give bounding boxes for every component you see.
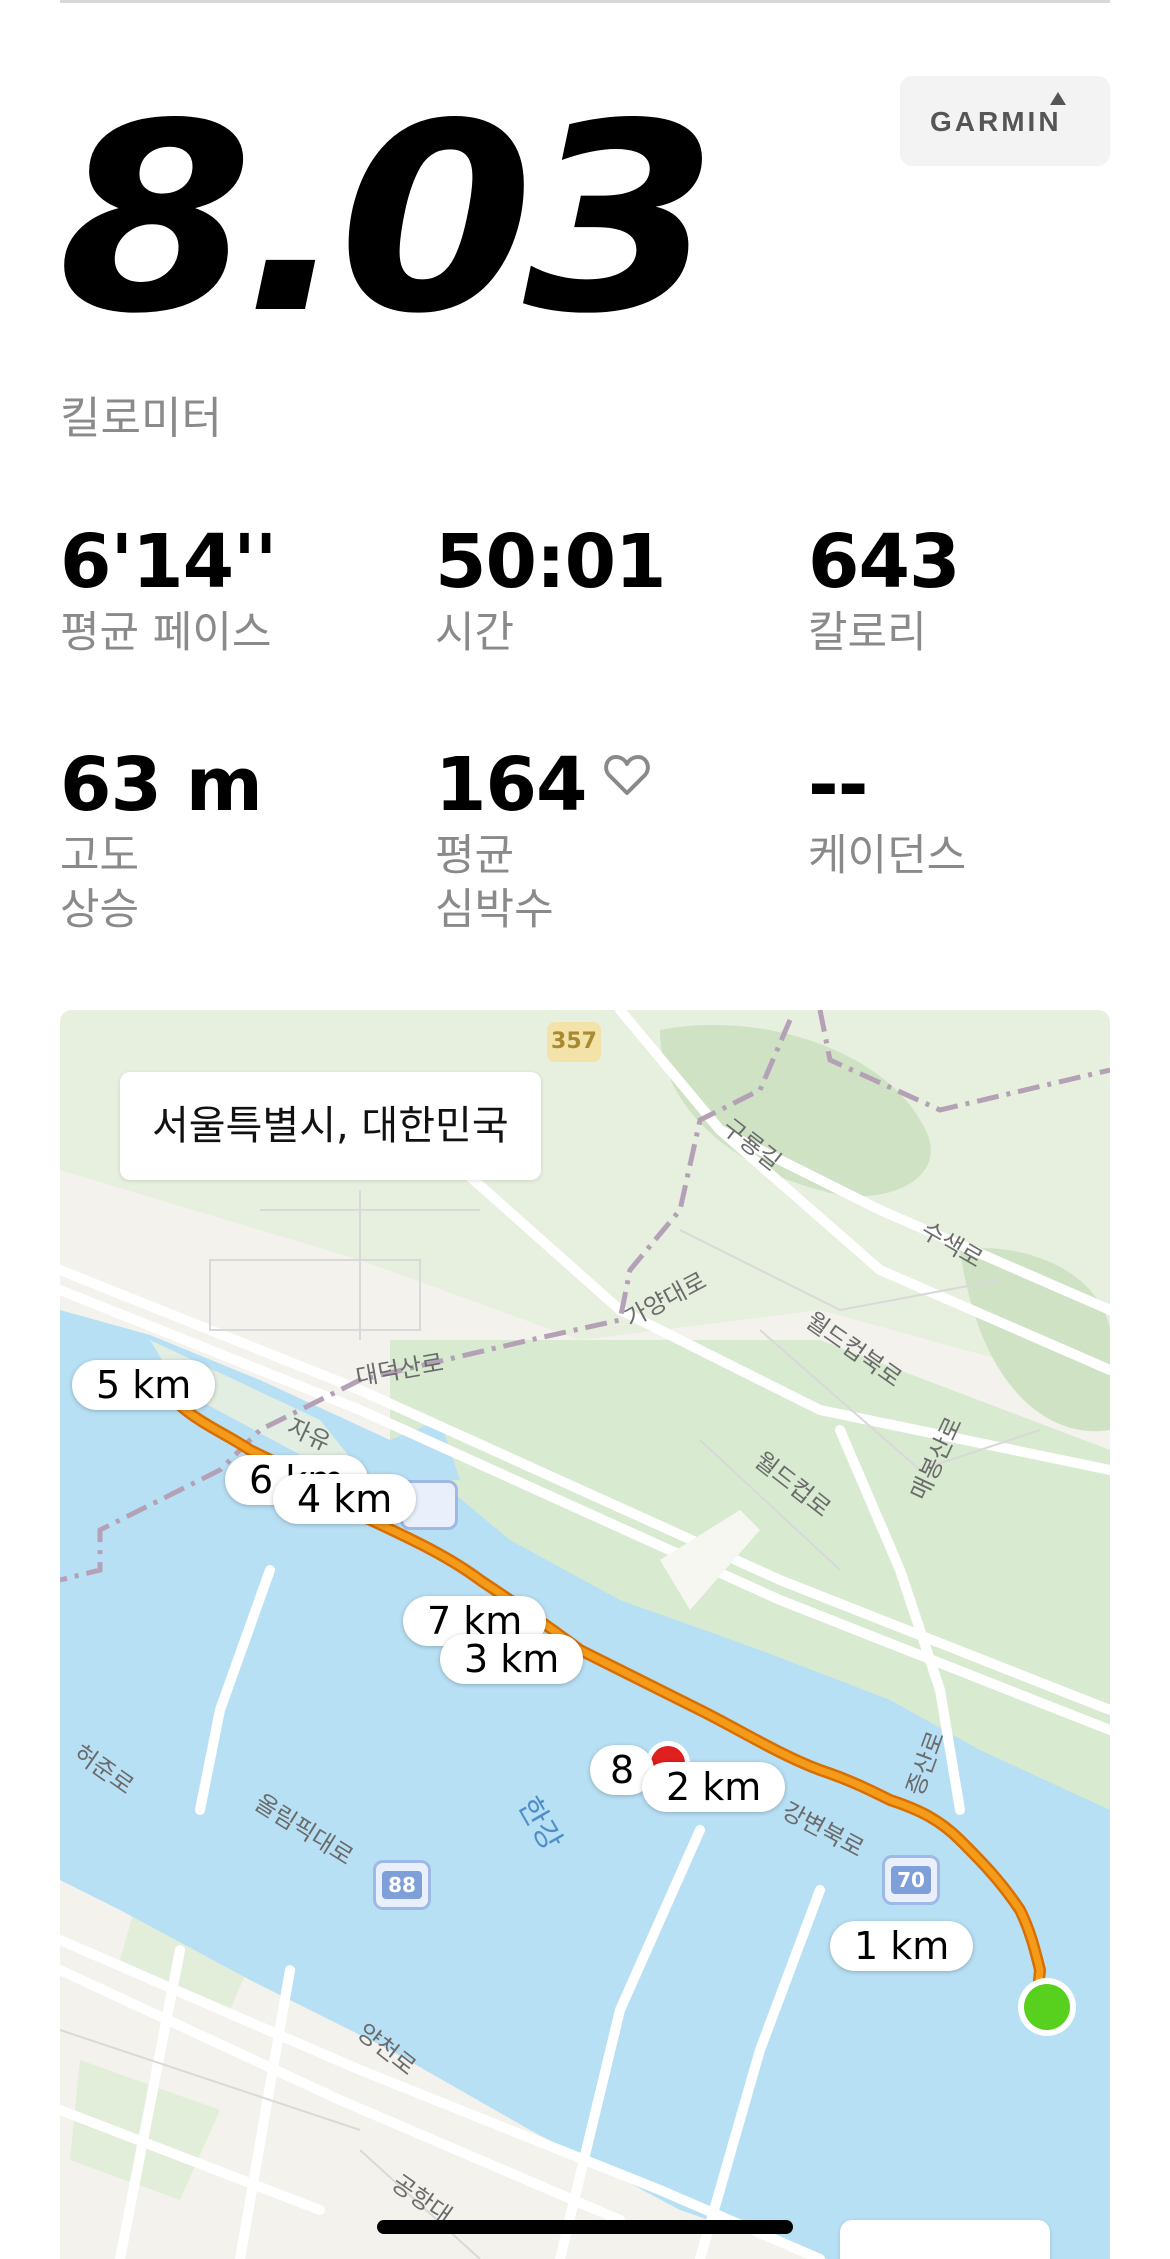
stat-avg-heart-rate: 164 평균 심박수: [435, 748, 651, 938]
map-overlay-button[interactable]: [840, 2220, 1050, 2259]
distance-unit: 킬로미터: [60, 393, 222, 444]
stat-value: --: [808, 742, 868, 828]
stat-label: 평균 심박수: [435, 831, 554, 935]
heart-outline-icon: [604, 755, 651, 795]
stat-label: 케이던스: [808, 831, 967, 881]
road-shield-88-label: 88: [382, 1871, 422, 1899]
km-marker-3: 3 km: [440, 1634, 584, 1684]
map-canvas: [60, 1010, 1110, 2259]
stat-calories: 643 칼로리: [808, 519, 960, 661]
road-shield-357: 357: [547, 1022, 601, 1062]
road-shield-70: 70: [882, 1855, 940, 1905]
stat-value: 6'14'': [60, 519, 277, 605]
stat-value: 643: [808, 519, 960, 605]
stat-label: 고도 상승: [60, 831, 140, 935]
garmin-badge[interactable]: GARMIN: [900, 76, 1110, 166]
km-marker-1: 1 km: [830, 1921, 974, 1971]
stat-label: 평균 페이스: [60, 608, 272, 658]
stat-value: 63 m: [60, 742, 263, 828]
home-indicator[interactable]: [377, 2220, 793, 2234]
garmin-logo-icon: [1050, 92, 1066, 105]
road-shield-70-label: 70: [891, 1866, 931, 1894]
stat-time: 50:01 시간: [435, 519, 667, 661]
location-label: 서울특별시, 대한민국: [120, 1072, 541, 1180]
stat-value-row: 164: [435, 748, 651, 822]
km-marker-5: 5 km: [72, 1360, 216, 1410]
km-marker-2: 2 km: [642, 1762, 786, 1812]
stat-label: 칼로리: [808, 608, 927, 658]
stat-label: 시간: [435, 608, 515, 658]
km-marker-4: 4 km: [273, 1474, 417, 1524]
route-map[interactable]: 서울특별시, 대한민국 357 88 70 구룡길 수색로 가양대로 월드컵북로…: [60, 1010, 1110, 2259]
top-divider: [60, 0, 1110, 3]
garmin-badge-label: GARMIN: [930, 106, 1062, 137]
stat-avg-pace: 6'14'' 평균 페이스: [60, 519, 277, 661]
road-shield-88: 88: [373, 1860, 431, 1910]
stat-value: 164: [435, 742, 587, 828]
stat-elevation-gain: 63 m 고도 상승: [60, 742, 263, 938]
distance-value: 8.03: [58, 69, 718, 371]
stat-value: 50:01: [435, 519, 667, 605]
stat-cadence: -- 케이던스: [808, 748, 966, 884]
